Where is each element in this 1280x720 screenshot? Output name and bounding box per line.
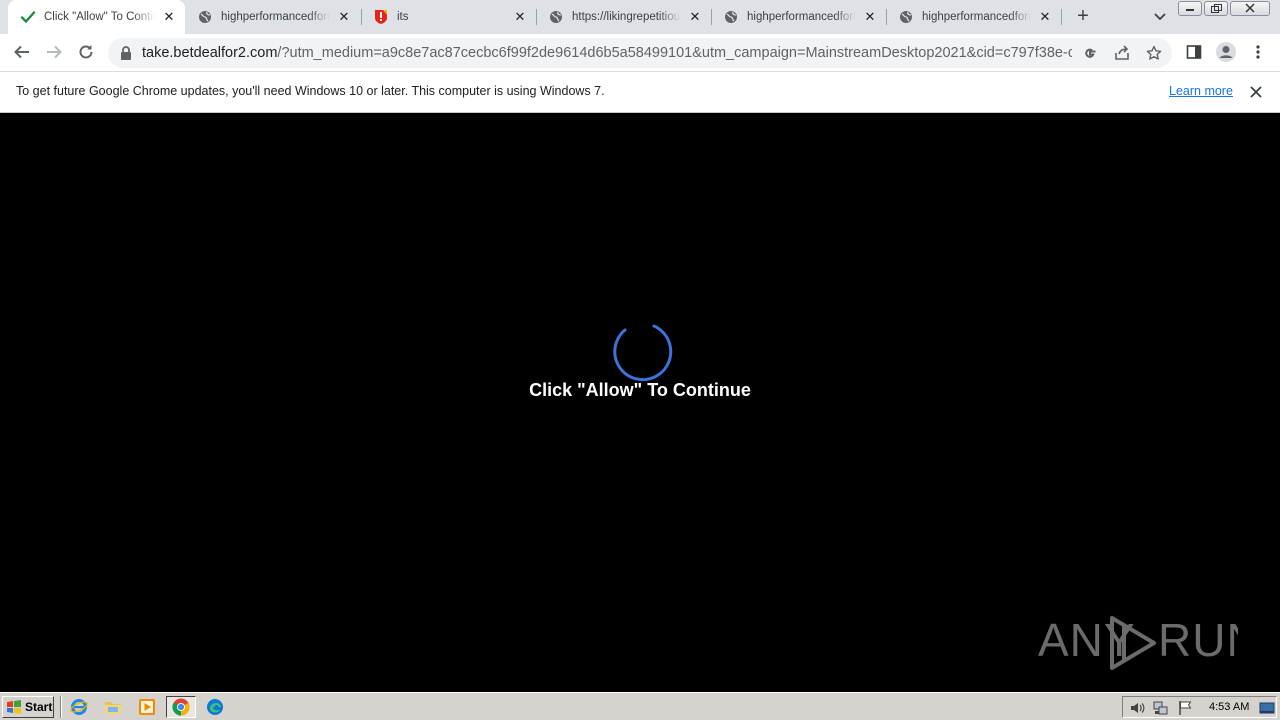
tab-title: highperformancedformats [221, 11, 330, 23]
tab-title: its [397, 11, 409, 23]
avatar-icon [1216, 42, 1236, 62]
bookmark-star-icon[interactable] [1144, 43, 1164, 63]
svg-text:RUN: RUN [1158, 614, 1238, 666]
chrome-taskbar-icon[interactable] [166, 696, 196, 718]
tab-title: Click "Allow" To Continue [44, 11, 155, 23]
edge-icon[interactable] [203, 696, 227, 718]
url-path: /?utm_medium=a9c8e7ac87cecbc6f99f2de9614… [277, 45, 1072, 61]
tab-close-icon[interactable]: ✕ [1037, 9, 1053, 25]
tab-2[interactable]: highperformancedformats ✕ [185, 0, 360, 34]
globe-icon [197, 9, 213, 25]
tab-6[interactable]: highperformancedformats ✕ [886, 0, 1061, 34]
tab-active[interactable]: Click "Allow" To Continue ✕ [8, 0, 185, 34]
reload-button[interactable] [74, 40, 98, 64]
anyrun-watermark: ANY RUN [1038, 608, 1260, 674]
tab-5[interactable]: highperformancedformats ✕ [711, 0, 886, 34]
globe-icon [548, 9, 564, 25]
internet-explorer-icon[interactable] [67, 696, 91, 718]
learn-more-link[interactable]: Learn more [1169, 84, 1233, 98]
profile-button[interactable] [1214, 40, 1238, 64]
side-panel-button[interactable] [1182, 40, 1206, 64]
tab-separator [1061, 9, 1062, 25]
page-content: Click "Allow" To Continue ANY RUN [0, 113, 1280, 692]
taskbar-separator [60, 696, 62, 718]
tab-close-icon[interactable]: ✕ [512, 9, 528, 25]
close-window-button[interactable] [1230, 1, 1270, 16]
new-tab-button[interactable]: + [1072, 6, 1094, 28]
network-icon[interactable] [1153, 700, 1169, 716]
taskbar-clock[interactable]: 4:53 AM [1209, 701, 1249, 713]
volume-icon[interactable] [1129, 700, 1145, 716]
chevron-down-icon[interactable] [1150, 8, 1170, 26]
restore-button[interactable] [1204, 1, 1228, 16]
windows-taskbar: Start 4:53 AM [0, 692, 1280, 720]
reload-icon [79, 45, 93, 59]
back-arrow-icon [14, 45, 29, 59]
tab-4[interactable]: https://likingrepetitious ✕ [536, 0, 711, 34]
page-headline: Click "Allow" To Continue [529, 380, 751, 400]
tab-title: https://likingrepetitious [572, 11, 681, 23]
globe-icon [723, 9, 739, 25]
browser-toolbar: take.betdealfor2.com/?utm_medium=a9c8e7a… [0, 34, 1280, 71]
url-text[interactable]: take.betdealfor2.com/?utm_medium=a9c8e7a… [142, 45, 1072, 61]
forward-arrow-icon [47, 45, 62, 59]
loading-spinner-icon [607, 316, 673, 382]
file-explorer-icon[interactable] [101, 696, 125, 718]
menu-button[interactable] [1246, 40, 1270, 64]
update-infobar: To get future Google Chrome updates, you… [0, 71, 1280, 113]
infobar-message: To get future Google Chrome updates, you… [16, 84, 605, 98]
shield-warning-icon [373, 9, 389, 25]
lock-icon[interactable] [120, 46, 132, 60]
tab-title: highperformancedformats [747, 11, 856, 23]
tab-close-icon[interactable]: ✕ [862, 9, 878, 25]
system-tray: 4:53 AM [1122, 696, 1277, 718]
start-button[interactable]: Start [2, 696, 54, 718]
tab-title: highperformancedformats [922, 11, 1031, 23]
close-icon[interactable] [1248, 84, 1264, 100]
show-desktop-icon[interactable] [1259, 700, 1275, 716]
address-bar[interactable]: take.betdealfor2.com/?utm_medium=a9c8e7a… [108, 38, 1172, 68]
google-lens-icon[interactable] [1080, 43, 1100, 63]
tab-close-icon[interactable]: ✕ [687, 9, 703, 25]
windows-logo-icon [7, 700, 21, 714]
start-label: Start [25, 700, 53, 714]
checkmark-icon [20, 9, 36, 25]
tab-3[interactable]: its ✕ [361, 0, 536, 34]
window-controls [1178, 1, 1270, 17]
url-host: take.betdealfor2.com [142, 45, 278, 61]
forward-button[interactable] [42, 40, 66, 64]
share-icon[interactable] [1112, 43, 1132, 63]
tab-close-icon[interactable]: ✕ [161, 9, 177, 25]
tab-close-icon[interactable]: ✕ [336, 9, 352, 25]
kebab-menu-icon [1256, 45, 1260, 59]
action-center-flag-icon[interactable] [1177, 700, 1193, 716]
minimize-button[interactable] [1178, 1, 1202, 16]
back-button[interactable] [10, 40, 34, 64]
globe-icon [898, 9, 914, 25]
media-player-icon[interactable] [135, 696, 159, 718]
side-panel-icon [1186, 45, 1202, 59]
tab-strip: Click "Allow" To Continue ✕ highperforma… [0, 0, 1280, 34]
